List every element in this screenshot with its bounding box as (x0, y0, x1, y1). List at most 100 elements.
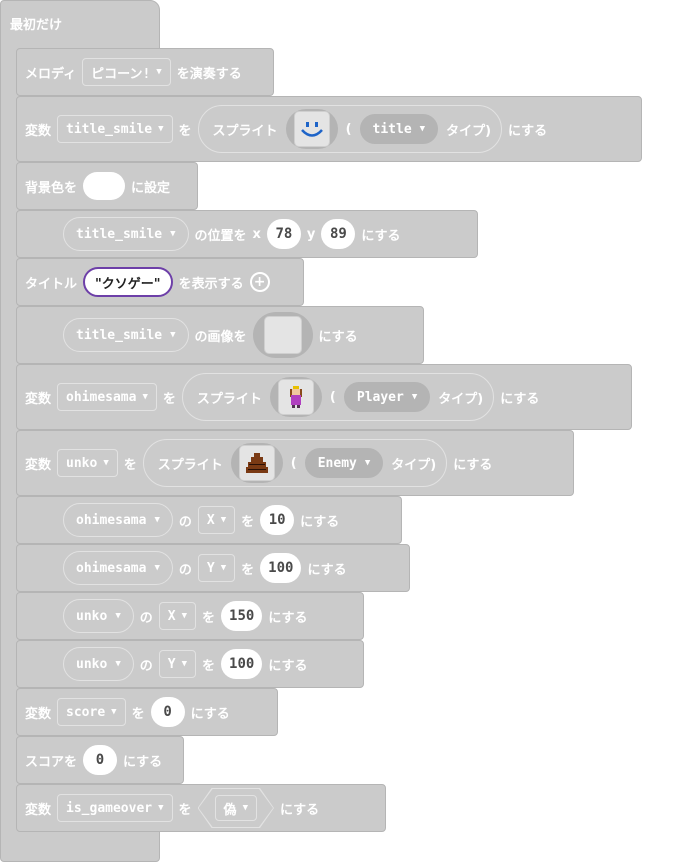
y-input[interactable]: 89 (321, 219, 356, 249)
var-dropdown-ohimesama[interactable]: ohimesama ▼ (57, 383, 157, 411)
sprite-label: スプライト (196, 391, 262, 407)
wo-label: を (178, 802, 192, 818)
set-sprite-prop-block[interactable]: ohimesama ▼ の X ▼ を 10 にする (16, 496, 402, 544)
axis-dropdown[interactable]: Y ▼ (158, 650, 196, 678)
wo-label: を (202, 610, 216, 626)
melody-suffix: を演奏する (176, 66, 242, 82)
caret-down-icon: ▼ (220, 563, 227, 573)
boolean-slot[interactable]: 偽 ▼ (198, 788, 274, 828)
y-label: y (306, 226, 316, 242)
smile-sprite-icon (293, 111, 330, 147)
var-dropdown-unko[interactable]: unko ▼ (57, 449, 118, 477)
caret-down-icon: ▼ (419, 124, 426, 134)
melody-dropdown[interactable]: ピコーン! ▼ (82, 58, 171, 86)
princess-sprite-icon (277, 379, 314, 415)
sprite-var-reporter[interactable]: ohimesama ▼ (63, 551, 173, 585)
set-var-title-block[interactable]: 変数 title_smile ▼ を スプライト ( title ▼ タイプ) にす… (16, 96, 642, 162)
var-name: unko (76, 656, 108, 672)
on-start-label: 最初だけ (10, 18, 63, 33)
value-input[interactable]: 100 (260, 553, 302, 583)
wo-label: を (241, 562, 255, 578)
play-melody-block[interactable]: メロディ ピコーン! ▼ を演奏する (16, 48, 274, 96)
sprite-var-reporter[interactable]: ohimesama ▼ (63, 503, 173, 537)
kind-label: タイプ) (438, 391, 484, 407)
suffix-label: にする (508, 123, 548, 139)
caret-down-icon: ▼ (170, 330, 176, 340)
axis-value: X (206, 512, 215, 528)
set-var-unko-block[interactable]: 変数 unko ▼ を スプライト ( Enemy ▼ タイプ) にする (16, 430, 574, 496)
value-input[interactable]: 150 (221, 601, 263, 631)
value-input[interactable]: 10 (260, 505, 295, 535)
suffix-label: にする (307, 562, 347, 578)
var-dropdown-is-gameover[interactable]: is_gameover ▼ (57, 794, 173, 822)
wo-label: を (241, 514, 255, 530)
value-input[interactable]: 100 (221, 649, 263, 679)
paren-open: ( (329, 389, 336, 405)
suffix-label: にする (123, 754, 163, 770)
var-label: 変数 (25, 706, 52, 722)
suffix-label: にする (268, 658, 308, 674)
bg-suffix: に設定 (131, 180, 171, 196)
suffix-label: にする (500, 391, 540, 407)
var-dropdown-title-smile[interactable]: title_smile ▼ (57, 115, 173, 143)
sprite-var-reporter[interactable]: title_smile ▼ (63, 318, 189, 352)
paren-open: ( (290, 455, 297, 471)
set-bg-color-block[interactable]: 背景色を に設定 (16, 162, 198, 210)
kind-value: title (372, 121, 412, 137)
set-sprite-prop-block[interactable]: unko ▼ の X ▼ を 150 にする (16, 592, 364, 640)
create-sprite-reporter[interactable]: スプライト ( Enemy ▼ タイプ) (142, 439, 448, 487)
create-sprite-reporter[interactable]: スプライト ( title ▼ タイプ) (197, 105, 503, 153)
no-label: の (178, 514, 192, 530)
x-input[interactable]: 78 (266, 219, 301, 249)
var-name: score (66, 704, 106, 720)
boolean-value: 偽 (223, 802, 237, 818)
kind-value: Player (356, 389, 404, 405)
set-sprite-prop-block[interactable]: unko ▼ の Y ▼ を 100 にする (16, 640, 364, 688)
sprite-image-slot[interactable] (269, 377, 322, 417)
add-icon[interactable]: + (249, 272, 270, 292)
set-var-score-block[interactable]: 変数 score ▼ を 0 にする (16, 688, 278, 736)
sprite-var-reporter[interactable]: unko ▼ (63, 599, 134, 633)
set-sprite-prop-block[interactable]: ohimesama ▼ の Y ▼ を 100 にする (16, 544, 410, 592)
sprite-image-slot[interactable] (285, 109, 338, 149)
bg-label: 背景色を (25, 180, 78, 196)
set-var-gameover-block[interactable]: 変数 is_gameover ▼ を 偽 ▼ にする (16, 784, 386, 832)
caret-down-icon: ▼ (364, 458, 371, 468)
set-image-block[interactable]: title_smile ▼ の画像を にする (16, 306, 424, 364)
set-score-block[interactable]: スコアを 0 にする (16, 736, 184, 784)
kind-dropdown-player[interactable]: Player ▼ (343, 382, 431, 412)
suffix-label: にする (300, 514, 340, 530)
no-label: の (139, 658, 153, 674)
score-input[interactable]: 0 (83, 745, 118, 775)
sprite-var-reporter[interactable]: title_smile ▼ (63, 217, 189, 251)
axis-dropdown[interactable]: X ▼ (158, 602, 196, 630)
set-position-block[interactable]: title_smile ▼ の位置を x 78 y 89 にする (16, 210, 478, 258)
title-string-input[interactable]: "クソゲー" (83, 267, 173, 297)
kind-dropdown-title[interactable]: title ▼ (359, 114, 439, 144)
image-slot[interactable] (252, 312, 313, 358)
no-label: の (178, 562, 192, 578)
empty-image-icon (263, 316, 302, 354)
suffix-label: にする (318, 329, 358, 345)
var-dropdown-score[interactable]: score ▼ (57, 698, 126, 726)
no-label: の (139, 610, 153, 626)
caret-down-icon: ▼ (181, 659, 187, 669)
axis-dropdown[interactable]: Y ▼ (197, 554, 236, 582)
sprite-image-slot[interactable] (230, 443, 283, 483)
create-sprite-reporter[interactable]: スプライト ( Player ▼ タイプ) (181, 373, 495, 421)
var-name: ohimesama (76, 512, 147, 528)
caret-down-icon: ▼ (103, 458, 109, 468)
axis-dropdown[interactable]: X ▼ (197, 506, 236, 534)
kind-dropdown-enemy[interactable]: Enemy ▼ (304, 448, 384, 478)
color-picker[interactable] (83, 172, 126, 200)
boolean-dropdown[interactable]: 偽 ▼ (215, 795, 257, 821)
sprite-var-reporter[interactable]: unko ▼ (63, 647, 134, 681)
title-label: タイトル (25, 276, 78, 292)
caret-down-icon: ▼ (158, 803, 164, 813)
value-input[interactable]: 0 (150, 697, 185, 727)
set-var-hime-block[interactable]: 変数 ohimesama ▼ を スプライト ( Player ▼ タイプ) にする (16, 364, 632, 430)
var-name: unko (66, 455, 98, 471)
suffix-label: にする (361, 228, 401, 244)
caret-down-icon: ▼ (154, 515, 160, 525)
show-title-block[interactable]: タイトル "クソゲー" を表示する + (16, 258, 304, 306)
